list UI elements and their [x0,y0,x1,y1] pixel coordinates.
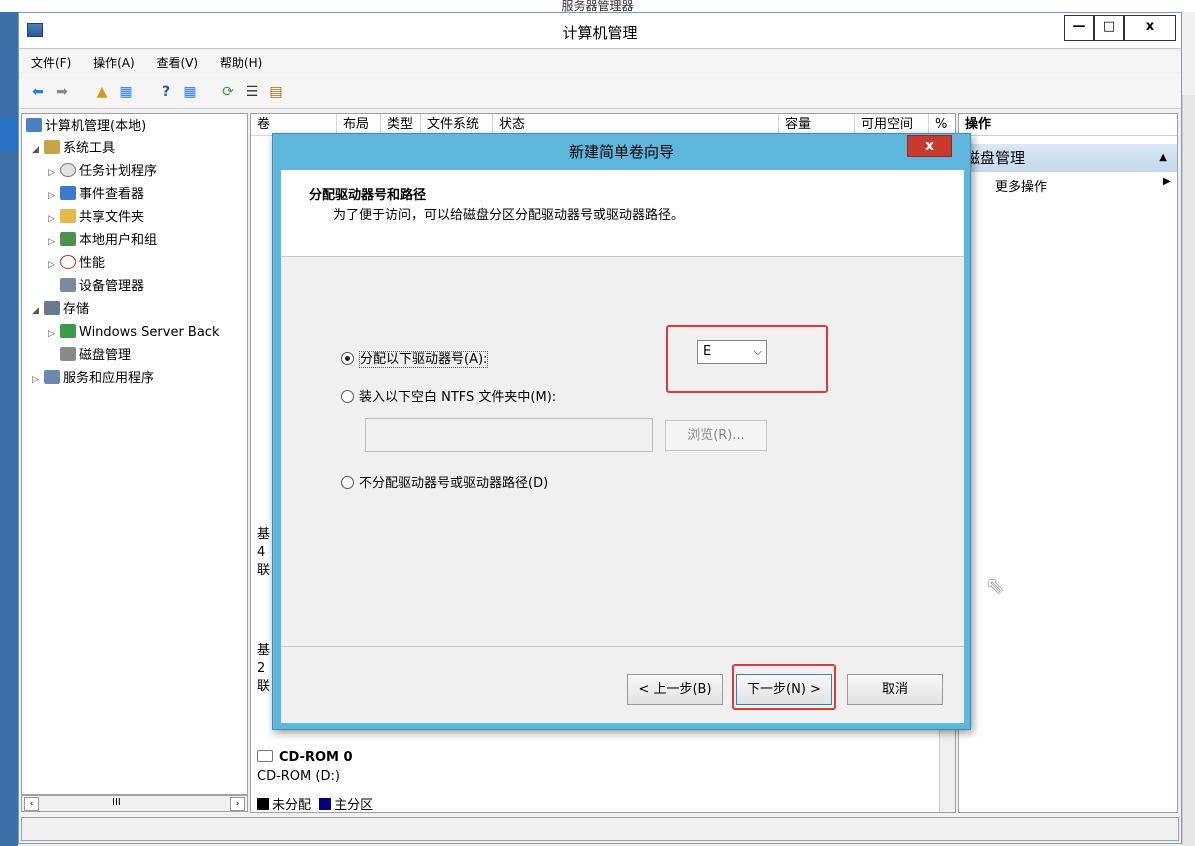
expand-triangle-icon[interactable]: ▷ [48,323,60,345]
tree-horizontal-scrollbar[interactable]: ‹ III › [21,795,248,812]
storage-icon [44,301,60,315]
scroll-left-arrow-icon[interactable]: ‹ [24,797,39,811]
tree-item-shared-folders[interactable]: ▷ 共享文件夹 [48,207,144,229]
tree-item-system-tools[interactable]: ◢ 系统工具 [32,138,115,160]
users-icon [60,232,76,246]
show-hide-action-pane-icon[interactable]: ▦ [181,83,199,101]
shared-folder-icon [60,209,76,223]
performance-gauge-icon [60,255,76,269]
server-manager-sidebar [0,0,18,846]
sidebar-selected-item[interactable] [0,118,18,152]
cancel-button[interactable]: 取消 [847,674,943,705]
submenu-arrow-icon: ▶ [1163,176,1171,187]
up-folder-icon[interactable]: ▲ [93,83,111,101]
scroll-thumb[interactable]: III [112,797,121,808]
wizard-heading: 分配驱动器号和路径 [309,188,427,203]
expand-triangle-icon[interactable]: ▷ [32,369,44,391]
new-simple-volume-wizard: 新建简单卷向导 x 分配驱动器号和路径 为了便于访问，可以给磁盘分区分配驱动器号… [272,133,971,730]
back-button[interactable]: < 上一步(B) [627,674,723,705]
expand-triangle-icon[interactable]: ▷ [48,208,60,230]
collapse-triangle-icon[interactable]: ◢ [32,139,44,161]
radio-button[interactable] [341,390,354,403]
wizard-title: 新建简单卷向导 [568,143,674,161]
expand-triangle-icon[interactable]: ▷ [48,185,60,207]
disk-legend: 未分配 主分区 [257,794,373,812]
tree-item-disk-management[interactable]: 磁盘管理 [60,345,131,367]
server-manager-scrollbar[interactable] [1182,95,1195,846]
wizard-close-button[interactable]: x [907,135,952,157]
expand-triangle-icon[interactable]: ▷ [48,254,60,276]
expand-triangle-icon[interactable]: ▷ [48,162,60,184]
wizard-separator [281,646,964,647]
tree-item-local-users[interactable]: ▷ 本地用户和组 [48,230,157,252]
ntfs-folder-path-input[interactable] [365,418,653,452]
scroll-right-arrow-icon[interactable]: › [230,797,245,811]
menu-view[interactable]: 查看(V) [145,50,205,71]
device-manager-icon [60,278,76,292]
tools-icon [44,140,60,154]
tree-item-storage[interactable]: ◢ 存储 [32,299,89,321]
more-actions[interactable]: 更多操作 ▶ [995,176,1171,195]
mouse-cursor-icon: ⇖ [986,574,1005,599]
close-button[interactable]: x [1124,15,1176,41]
radio-no-drive-letter[interactable]: 不分配驱动器号或驱动器路径(D) [341,472,548,491]
wizard-header: 分配驱动器号和路径 为了便于访问，可以给磁盘分区分配驱动器号或驱动器路径。 [281,170,964,257]
clock-icon [60,163,76,177]
properties-icon[interactable]: ☰ [243,83,261,101]
computer-icon [26,118,42,132]
forward-arrow-icon[interactable]: ➡ [53,83,71,101]
show-hide-tree-icon[interactable]: ▦ [117,83,135,101]
status-bar [21,817,1179,841]
server-manager-title: 服务器管理器 [0,0,1195,12]
tree-item-event-viewer[interactable]: ▷ 事件查看器 [48,184,144,206]
cdrom-disk-entry[interactable]: CD-ROM 0 CD-ROM (D:) [257,750,353,784]
legend-primary-swatch [319,798,332,810]
wizard-description: 为了便于访问，可以给磁盘分区分配驱动器号或驱动器路径。 [333,208,685,223]
menu-action[interactable]: 操作(A) [81,50,141,71]
back-arrow-icon[interactable]: ⬅ [29,83,47,101]
services-icon [44,370,60,384]
backup-icon [60,324,76,338]
tree-item-task-scheduler[interactable]: ▷ 任务计划程序 [48,161,157,183]
legend-unallocated-swatch [257,798,269,810]
collapse-triangle-icon[interactable]: ◢ [32,300,44,322]
radio-button[interactable] [341,476,354,489]
collapse-up-icon[interactable]: ▲ [1159,144,1167,172]
wizard-body: 分配驱动器号和路径 为了便于访问，可以给磁盘分区分配驱动器号或驱动器路径。 分配… [281,170,964,723]
drive-letter-highlight [666,325,828,393]
title-bar[interactable]: 计算机管理 — □ x [19,13,1181,49]
tree-item-services-apps[interactable]: ▷ 服务和应用程序 [32,368,154,390]
maximize-button[interactable]: □ [1094,15,1124,41]
navigation-tree: 计算机管理(本地) ◢ 系统工具 ▷ 任务计划程序 ▷ 事件查看器 ▷ 共享文件夹 ▷ 本… [21,113,248,795]
menu-file[interactable]: 文件(F) [19,50,77,71]
window-title: 计算机管理 [562,24,638,42]
cdrom-icon [257,750,273,762]
actions-pane: 操作 磁盘管理 ▲ 更多操作 ▶ [958,113,1178,813]
disk-label-partial: 基 2 联 [257,643,271,694]
actions-header: 操作 [959,114,1177,136]
radio-assign-drive-letter[interactable]: 分配以下驱动器号(A): [341,348,489,368]
tree-item-device-manager[interactable]: 设备管理器 [60,276,144,298]
event-log-icon [60,186,76,200]
actions-section-disk-management[interactable]: 磁盘管理 ▲ [959,144,1177,172]
tree-item-computer-management[interactable]: 计算机管理(本地) [26,116,146,138]
radio-mount-ntfs-folder[interactable]: 装入以下空白 NTFS 文件夹中(M): [341,386,556,405]
help-icon[interactable]: ? [157,83,175,101]
tree-item-windows-server-backup[interactable]: ▷ Windows Server Back [48,322,220,344]
refresh-icon[interactable]: ⟳ [219,83,237,101]
menu-bar: 文件(F) 操作(A) 查看(V) 帮助(H) [19,50,1181,72]
menu-help[interactable]: 帮助(H) [208,50,268,71]
radio-button-selected[interactable] [341,352,354,365]
export-list-icon[interactable]: ▤ [267,83,285,101]
next-button-highlight [732,664,836,710]
tree-item-performance[interactable]: ▷ 性能 [48,253,105,275]
disk-label-partial: 基 4 联 [257,527,271,578]
toolbar: ⬅ ➡ ▲ ▦ ? ▦ ⟳ ☰ ▤ [19,73,1181,109]
disk-icon [60,347,76,361]
minimize-button[interactable]: — [1064,15,1094,41]
browse-button[interactable]: 浏览(R)... [665,420,767,451]
expand-triangle-icon[interactable]: ▷ [48,231,60,253]
